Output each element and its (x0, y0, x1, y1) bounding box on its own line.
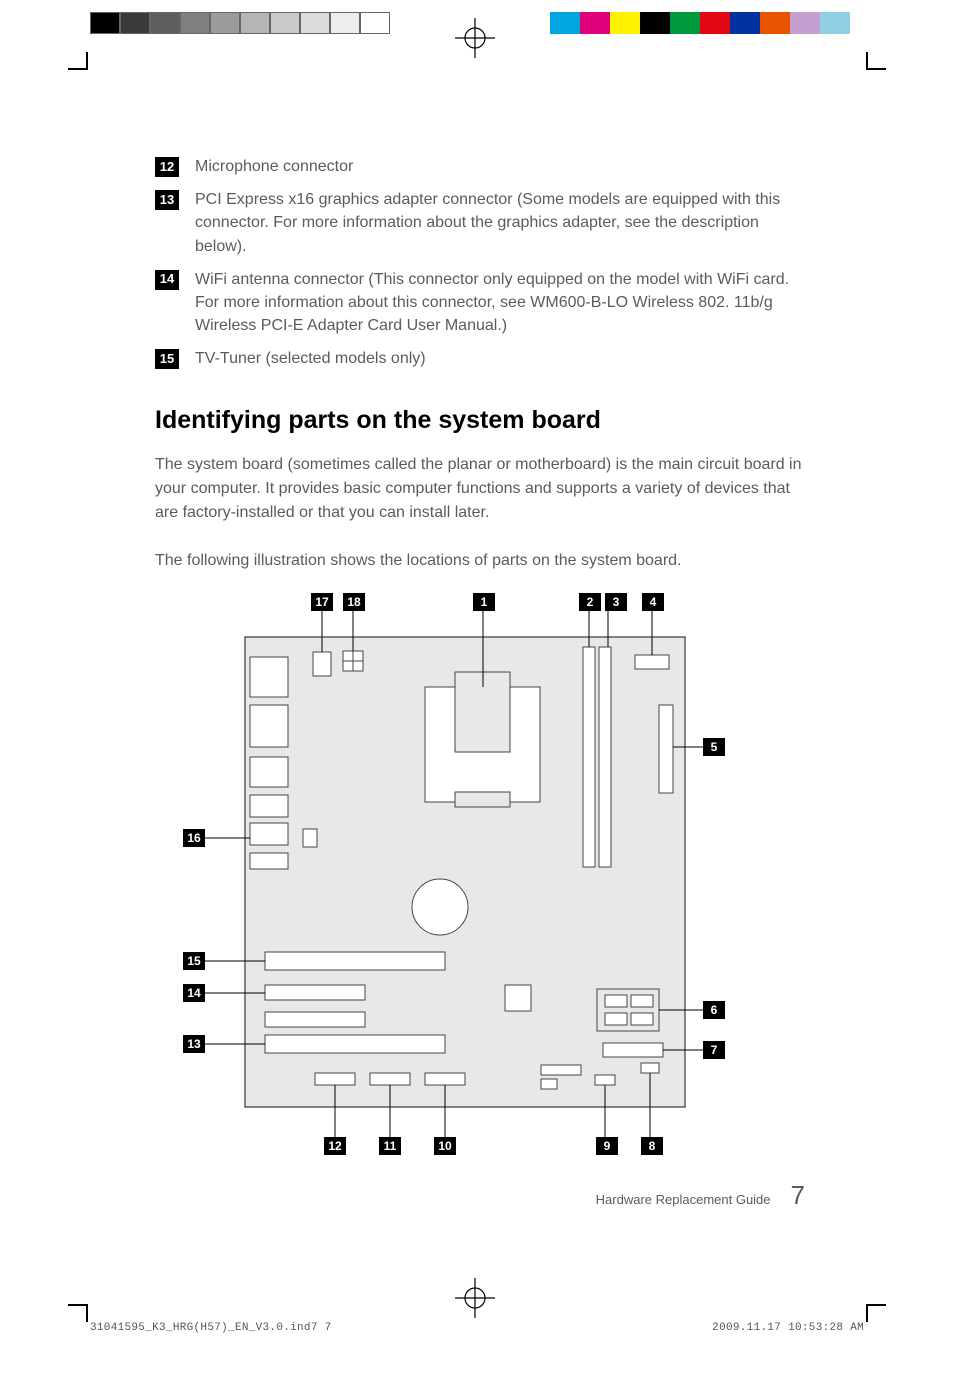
diagram-callout: 13 (183, 1035, 205, 1053)
diagram-callout: 10 (434, 1137, 456, 1155)
footer-guide-name: Hardware Replacement Guide (596, 1192, 771, 1207)
grayscale-step-wedge (90, 12, 390, 34)
crop-mark-icon (866, 1304, 868, 1322)
diagram-callout: 1 (473, 593, 495, 611)
crop-mark-icon (86, 1304, 88, 1322)
crop-mark-icon (86, 52, 88, 70)
color-calibration-bar (550, 12, 850, 34)
diagram-callout: 6 (703, 1001, 725, 1019)
diagram-callout: 2 (579, 593, 601, 611)
list-item: 14 WiFi antenna connector (This connecto… (155, 268, 805, 338)
crop-mark-icon (868, 1304, 886, 1306)
callout-text: Microphone connector (195, 155, 805, 178)
diagram-callout: 15 (183, 952, 205, 970)
diagram-callout: 17 (311, 593, 333, 611)
diagram-callout: 4 (642, 593, 664, 611)
diagram-callout: 16 (183, 829, 205, 847)
crop-mark-icon (868, 68, 886, 70)
diagram-callout: 7 (703, 1041, 725, 1059)
diagram-callout: 14 (183, 984, 205, 1002)
page-footer: Hardware Replacement Guide 7 (155, 1180, 805, 1211)
diagram-callout: 18 (343, 593, 365, 611)
imprint-datetime: 2009.11.17 10:53:28 AM (712, 1322, 864, 1334)
list-item: 12 Microphone connector (155, 155, 805, 178)
callout-number-badge: 14 (155, 270, 179, 290)
list-item: 13 PCI Express x16 graphics adapter conn… (155, 188, 805, 258)
printer-imprint: 31041595_K3_HRG(H57)_EN_V3.0.ind7 7 2009… (90, 1322, 864, 1334)
callout-list: 12 Microphone connector 13 PCI Express x… (155, 155, 805, 371)
callout-text: PCI Express x16 graphics adapter connect… (195, 188, 805, 258)
callout-number-badge: 15 (155, 349, 179, 369)
section-heading: Identifying parts on the system board (155, 406, 805, 435)
crop-mark-icon (68, 68, 86, 70)
callout-text: TV-Tuner (selected models only) (195, 347, 805, 370)
system-board-diagram: 17 18 1 2 3 4 5 6 7 8 9 10 11 12 13 14 1… (165, 597, 715, 1157)
printer-marks-top (0, 10, 954, 50)
diagram-callout: 12 (324, 1137, 346, 1155)
registration-mark-icon (455, 18, 495, 58)
callout-number-badge: 12 (155, 157, 179, 177)
callout-text: WiFi antenna connector (This connector o… (195, 268, 805, 338)
diagram-callout: 3 (605, 593, 627, 611)
callout-number-badge: 13 (155, 190, 179, 210)
diagram-callout: 9 (596, 1137, 618, 1155)
section-paragraph: The system board (sometimes called the p… (155, 453, 805, 525)
footer-page-number: 7 (791, 1180, 805, 1211)
section-paragraph: The following illustration shows the loc… (155, 549, 805, 573)
crop-mark-icon (68, 1304, 86, 1306)
list-item: 15 TV-Tuner (selected models only) (155, 347, 805, 370)
diagram-callout: 5 (703, 738, 725, 756)
diagram-callout: 11 (379, 1137, 401, 1155)
diagram-callout: 8 (641, 1137, 663, 1155)
registration-mark-icon (455, 1278, 495, 1318)
imprint-filename: 31041595_K3_HRG(H57)_EN_V3.0.ind7 7 (90, 1322, 332, 1334)
page-content: 12 Microphone connector 13 PCI Express x… (155, 155, 805, 1157)
